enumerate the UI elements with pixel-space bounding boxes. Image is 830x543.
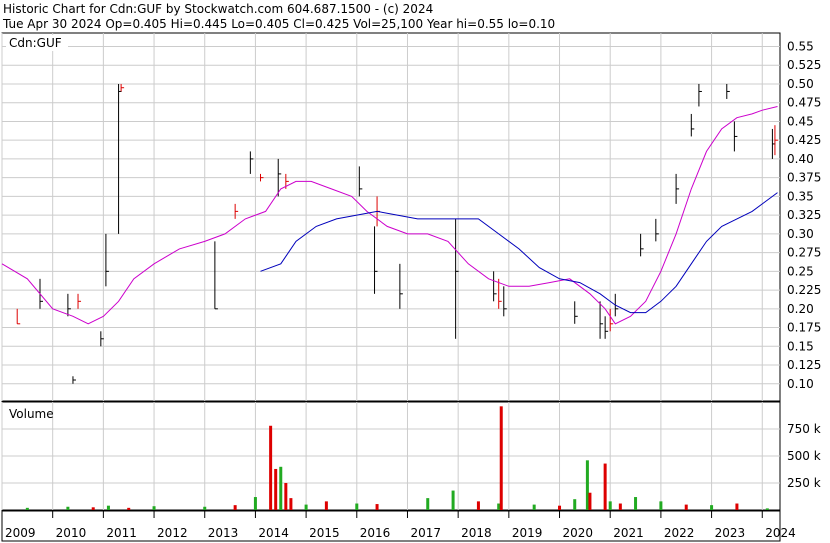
price-tick-label: 0.175 xyxy=(787,321,821,335)
price-tick-label: 0.425 xyxy=(787,133,821,147)
x-tick-label: 2009 xyxy=(5,526,36,540)
volume-bar xyxy=(603,463,607,510)
price-tick-label: 0.125 xyxy=(787,358,821,372)
volume-bar xyxy=(152,506,156,510)
volume-tick-label: 500 k xyxy=(787,449,821,463)
volume-bar xyxy=(710,505,714,510)
volume-bar xyxy=(558,505,562,510)
price-tick-label: 0.45 xyxy=(787,114,814,128)
volume-bar xyxy=(608,501,612,510)
volume-bar xyxy=(684,504,688,510)
volume-bar xyxy=(279,466,283,510)
volume-tick-label: 250 k xyxy=(787,476,821,490)
x-tick-label: 2020 xyxy=(563,526,594,540)
volume-bar xyxy=(304,504,308,510)
volume-bar xyxy=(451,490,455,510)
chart-header-line1: Historic Chart for Cdn:GUF by Stockwatch… xyxy=(3,2,433,16)
volume-label: Volume xyxy=(9,407,54,421)
volume-bar xyxy=(274,468,278,510)
price-tick-label: 0.525 xyxy=(787,58,821,72)
price-tick-label: 0.325 xyxy=(787,208,821,222)
x-tick-label: 2019 xyxy=(512,526,543,540)
x-tick-label: 2012 xyxy=(157,526,188,540)
price-tick-label: 0.15 xyxy=(787,339,814,353)
price-tick-label: 0.275 xyxy=(787,246,821,260)
stock-chart: Historic Chart for Cdn:GUF by Stockwatch… xyxy=(1,2,821,542)
price-tick-label: 0.35 xyxy=(787,189,814,203)
price-axis-ticks: 0.55 0.525 0.50 0.475 0.45 0.425 0.40 0.375 0.35… xyxy=(787,39,821,390)
volume-bar xyxy=(289,498,293,510)
volume-bar xyxy=(735,503,739,510)
price-tick-label: 0.30 xyxy=(787,227,814,241)
volume-bar xyxy=(375,504,379,510)
price-tick-label: 0.25 xyxy=(787,264,814,278)
x-tick-label: 2014 xyxy=(258,526,289,540)
x-tick-label: 2013 xyxy=(208,526,239,540)
volume-bar xyxy=(355,503,359,510)
price-tick-label: 0.475 xyxy=(787,96,821,110)
price-tick-label: 0.40 xyxy=(787,152,814,166)
volume-bar xyxy=(203,506,207,510)
volume-bar xyxy=(476,501,480,510)
volume-bar xyxy=(269,425,273,510)
volume-bar xyxy=(106,505,110,510)
x-tick-label: 2023 xyxy=(715,526,746,540)
x-tick-label: 2010 xyxy=(56,526,87,540)
price-tick-label: 0.375 xyxy=(787,171,821,185)
x-tick-label: 2022 xyxy=(664,526,695,540)
volume-bar xyxy=(618,503,622,510)
volume-bar xyxy=(253,497,257,510)
volume-bar xyxy=(66,506,70,510)
volume-axis-ticks: 750 k 500 k 250 k xyxy=(787,422,821,490)
volume-bar xyxy=(499,406,503,510)
price-tick-label: 0.55 xyxy=(787,39,814,53)
price-tick-label: 0.50 xyxy=(787,77,814,91)
volume-bar xyxy=(25,507,29,510)
volume-bar xyxy=(659,501,663,510)
price-tick-label: 0.225 xyxy=(787,283,821,297)
volume-bar xyxy=(324,501,328,510)
volume-tick-label: 750 k xyxy=(787,422,821,436)
price-tick-label: 0.10 xyxy=(787,377,814,391)
volume-bar xyxy=(127,507,131,510)
volume-bar xyxy=(284,483,288,510)
x-tick-label: 2016 xyxy=(360,526,391,540)
x-tick-label: 2024 xyxy=(765,526,796,540)
chart-header-line2: Tue Apr 30 2024 Op=0.405 Hi=0.445 Lo=0.4… xyxy=(2,17,555,31)
volume-bar xyxy=(426,498,430,510)
symbol-label: Cdn:GUF xyxy=(9,36,62,50)
volume-bar xyxy=(532,504,536,510)
x-tick-label: 2021 xyxy=(613,526,644,540)
x-tick-label: 2018 xyxy=(461,526,492,540)
price-tick-label: 0.20 xyxy=(787,302,814,316)
volume-bar xyxy=(588,492,592,510)
volume-bar xyxy=(765,508,769,510)
volume-bar xyxy=(634,497,638,510)
x-tick-label: 2011 xyxy=(106,526,137,540)
volume-bar xyxy=(573,499,577,510)
volume-bar xyxy=(233,505,237,510)
x-tick-label: 2017 xyxy=(410,526,441,540)
volume-bar xyxy=(91,507,95,510)
x-tick-label: 2015 xyxy=(309,526,340,540)
